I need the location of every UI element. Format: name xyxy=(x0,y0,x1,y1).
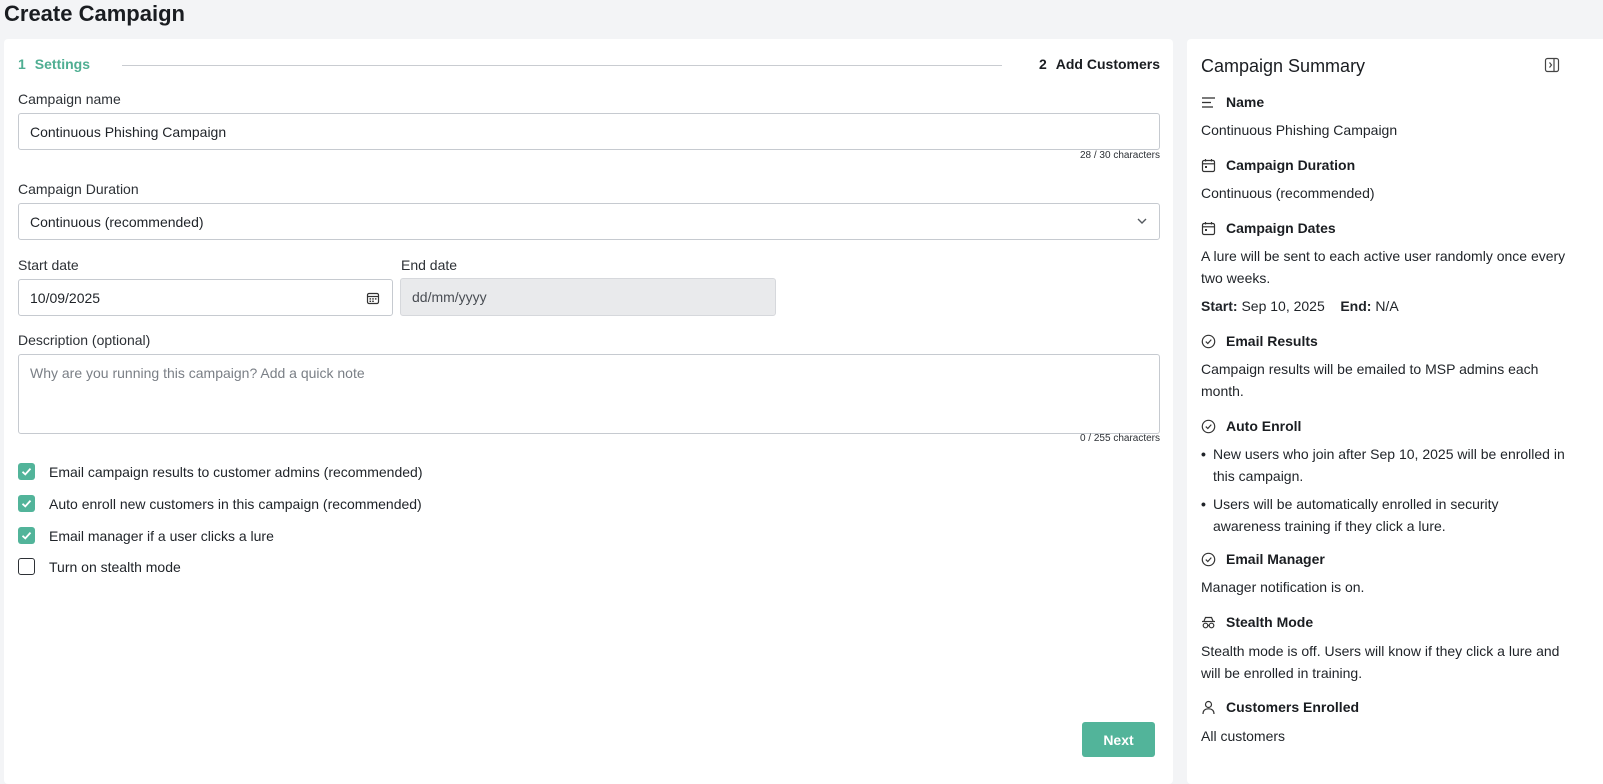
end-value: N/A xyxy=(1375,298,1399,314)
step-add-customers[interactable]: 2 Add Customers xyxy=(1039,56,1160,72)
end-date-input[interactable]: dd/mm/yyyy xyxy=(400,278,776,316)
step-label: Settings xyxy=(34,56,91,72)
checkmark-icon xyxy=(21,531,32,540)
stepper: 1 Settings 2 Add Customers xyxy=(18,56,1160,76)
checkbox-label: Auto enroll new customers in this campai… xyxy=(49,495,422,512)
incognito-icon xyxy=(1202,616,1215,628)
calendar-icon xyxy=(1201,158,1216,172)
checkbox-email-results[interactable]: Email campaign results to customer admin… xyxy=(18,463,422,480)
start-date-label: Start date xyxy=(18,257,79,273)
description-counter: 0 / 255 characters xyxy=(1079,433,1160,444)
description-placeholder: Why are you running this campaign? Add a… xyxy=(30,365,365,381)
campaign-name-counter: 28 / 30 characters xyxy=(1079,150,1160,161)
section-title: Email Manager xyxy=(1226,551,1325,567)
section-title: Campaign Duration xyxy=(1226,157,1356,173)
checkbox-label: Email manager if a user clicks a lure xyxy=(49,527,274,544)
user-icon xyxy=(1202,700,1215,714)
summary-title: Campaign Summary xyxy=(1201,56,1366,76)
summary-name-heading: Name xyxy=(1201,94,1264,110)
checkbox-stealth-mode[interactable]: Turn on stealth mode xyxy=(18,558,181,575)
checkbox-checked[interactable] xyxy=(18,463,35,480)
description-label: Description (optional) xyxy=(18,332,151,348)
checkbox-checked[interactable] xyxy=(18,527,35,544)
summary-email-results-text: Campaign results will be emailed to MSP … xyxy=(1201,361,1539,399)
summary-email-manager-heading: Email Manager xyxy=(1201,551,1325,567)
stepper-divider xyxy=(122,65,1002,66)
section-title: Email Results xyxy=(1226,333,1318,349)
step-settings[interactable]: 1 Settings xyxy=(18,56,90,72)
start-value: Sep 10, 2025 xyxy=(1241,298,1325,314)
section-title: Customers Enrolled xyxy=(1226,699,1360,715)
duration-value: Continuous (recommended) xyxy=(30,213,204,230)
section-title: Stealth Mode xyxy=(1226,614,1314,630)
summary-email-results-heading: Email Results xyxy=(1201,333,1318,349)
check-circle-icon xyxy=(1201,419,1216,433)
campaign-name-input[interactable]: Continuous Phishing Campaign xyxy=(18,113,1160,150)
campaign-name-value: Continuous Phishing Campaign xyxy=(30,123,227,140)
summary-duration-heading: Campaign Duration xyxy=(1201,157,1355,173)
summary-dates-range: Start: Sep 10, 2025 End: N/A xyxy=(1201,295,1567,317)
section-title: Name xyxy=(1226,94,1265,110)
next-button[interactable]: Next xyxy=(1082,722,1155,757)
summary-customers-heading: Customers Enrolled xyxy=(1201,699,1359,715)
campaign-settings-form: 1 Settings 2 Add Customers Campaign name… xyxy=(4,39,1173,784)
checkmark-icon xyxy=(21,499,32,508)
step-label: Add Customers xyxy=(1055,56,1160,72)
step-number: 2 xyxy=(1038,56,1047,72)
page-title: Create Campaign xyxy=(4,1,185,26)
checkbox-label: Email campaign results to customer admin… xyxy=(49,463,423,480)
duration-select[interactable]: Continuous (recommended) xyxy=(18,203,1160,240)
summary-dates-text: A lure will be sent to each active user … xyxy=(1201,248,1566,286)
start-date-input[interactable]: 10/09/2025 xyxy=(18,279,393,316)
step-number: 1 xyxy=(18,56,26,72)
checkbox-auto-enroll[interactable]: Auto enroll new customers in this campai… xyxy=(18,495,422,512)
summary-name-value: Continuous Phishing Campaign xyxy=(1201,122,1398,138)
campaign-name-label: Campaign name xyxy=(18,91,121,107)
checkmark-icon xyxy=(21,467,32,476)
start-label: Start: xyxy=(1201,298,1238,314)
collapse-panel-icon[interactable] xyxy=(1544,57,1560,73)
summary-customers-text: All customers xyxy=(1201,728,1286,744)
end-date-placeholder: dd/mm/yyyy xyxy=(412,289,487,305)
campaign-summary-panel: Campaign Summary Name Continuous Phishin… xyxy=(1187,39,1603,784)
description-textarea[interactable]: Why are you running this campaign? Add a… xyxy=(18,354,1160,434)
end-date-label: End date xyxy=(401,257,458,273)
summary-duration-value: Continuous (recommended) xyxy=(1201,185,1375,201)
checkbox-email-manager[interactable]: Email manager if a user clicks a lure xyxy=(18,527,274,544)
end-label: End: xyxy=(1340,298,1372,314)
calendar-icon[interactable] xyxy=(366,291,380,305)
section-title: Auto Enroll xyxy=(1226,418,1302,434)
checkbox-label: Turn on stealth mode xyxy=(49,558,181,575)
checkbox-checked[interactable] xyxy=(18,495,35,512)
list-item: New users who join after Sep 10, 2025 wi… xyxy=(1201,443,1567,487)
checkbox-unchecked[interactable] xyxy=(18,558,35,575)
summary-email-manager-text: Manager notification is on. xyxy=(1201,579,1365,595)
duration-label: Campaign Duration xyxy=(18,181,139,197)
summary-dates-heading: Campaign Dates xyxy=(1201,220,1336,236)
list-item: Users will be automatically enrolled in … xyxy=(1201,493,1567,537)
summary-stealth-heading: Stealth Mode xyxy=(1201,614,1313,630)
chevron-down-icon xyxy=(1137,218,1147,224)
check-circle-icon xyxy=(1201,552,1216,566)
calendar-icon xyxy=(1201,221,1216,235)
summary-auto-enroll-heading: Auto Enroll xyxy=(1201,418,1301,434)
summary-stealth-text: Stealth mode is off. Users will know if … xyxy=(1201,643,1560,681)
check-circle-icon xyxy=(1201,334,1216,348)
start-date-value: 10/09/2025 xyxy=(30,289,101,306)
section-title: Campaign Dates xyxy=(1226,220,1336,236)
text-lines-icon xyxy=(1202,96,1215,108)
